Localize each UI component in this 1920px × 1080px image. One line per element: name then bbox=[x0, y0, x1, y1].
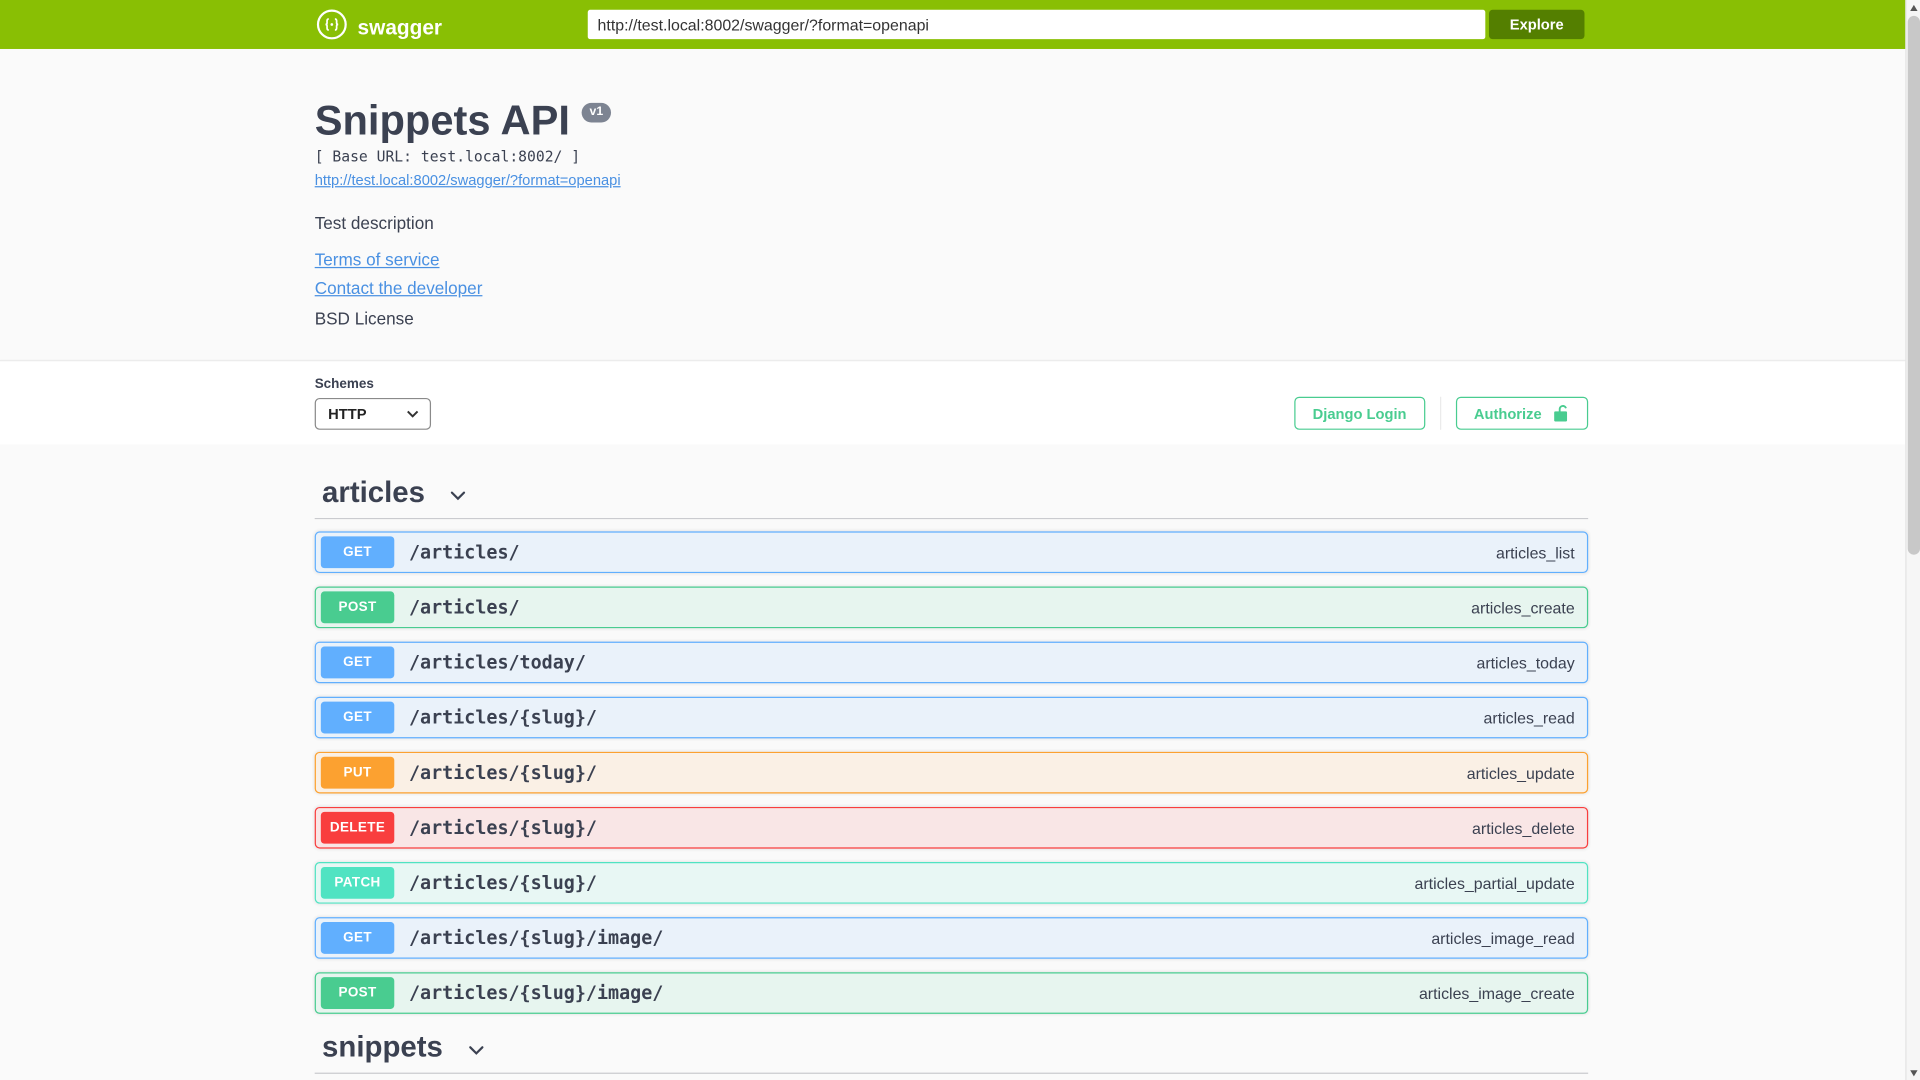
schemes-label: Schemes bbox=[314, 377, 374, 392]
operations-group: GET /snippets/ snippets_list bbox=[315, 1074, 1588, 1080]
operation-id: articles_create bbox=[1471, 598, 1575, 617]
method-badge: DELETE bbox=[320, 811, 395, 844]
operation-path: /articles/{slug}/ bbox=[408, 761, 597, 784]
operation-path: /articles/today/ bbox=[408, 651, 586, 674]
section-title: articles bbox=[322, 476, 425, 510]
operation-path: /articles/{slug}/ bbox=[408, 871, 597, 894]
swagger-logo-icon bbox=[316, 9, 348, 47]
swagger-logo[interactable]: swagger bbox=[316, 9, 442, 47]
operations-area: articles GET /articles/ articles_list PO… bbox=[0, 444, 1920, 1080]
operation-articles_delete[interactable]: DELETE /articles/{slug}/ articles_delete bbox=[314, 806, 1589, 849]
operation-articles_update[interactable]: PUT /articles/{slug}/ articles_update bbox=[314, 751, 1589, 794]
operation-path: /articles/{slug}/ bbox=[408, 816, 597, 839]
operation-id: articles_update bbox=[1466, 763, 1575, 782]
operation-id: articles_list bbox=[1495, 543, 1575, 562]
operation-articles_create[interactable]: POST /articles/ articles_create bbox=[314, 586, 1589, 629]
method-badge: GET bbox=[320, 536, 395, 569]
scheme-selected-value: HTTP bbox=[328, 405, 367, 423]
operation-path: /articles/ bbox=[408, 541, 520, 564]
operation-id: articles_image_read bbox=[1431, 928, 1575, 948]
spec-link[interactable]: http://test.local:8002/swagger/?format=o… bbox=[315, 171, 621, 188]
contact-developer-link[interactable]: Contact the developer bbox=[315, 278, 483, 298]
method-badge: POST bbox=[320, 591, 395, 624]
operation-articles_today[interactable]: GET /articles/today/ articles_today bbox=[314, 641, 1589, 684]
spec-url-input[interactable] bbox=[587, 9, 1486, 40]
version-badge: v1 bbox=[582, 102, 611, 123]
section-header-articles[interactable]: articles bbox=[314, 476, 1589, 520]
method-badge: POST bbox=[320, 977, 395, 1009]
auth-wrapper: Django Login Authorize bbox=[1294, 396, 1589, 430]
method-badge: GET bbox=[320, 922, 395, 954]
operation-id: articles_partial_update bbox=[1414, 873, 1575, 893]
api-title-text: Snippets API bbox=[314, 97, 570, 145]
explore-button[interactable]: Explore bbox=[1488, 9, 1585, 40]
chevron-down-icon bbox=[407, 410, 419, 418]
operation-id: articles_read bbox=[1483, 708, 1575, 727]
operation-path: /articles/{slug}/image/ bbox=[408, 982, 664, 1005]
api-title: Snippets API v1 bbox=[315, 100, 1588, 142]
brand-title: swagger bbox=[357, 15, 443, 39]
topbar: swagger Explore bbox=[0, 0, 1920, 49]
scrollbar-up-arrow[interactable] bbox=[1907, 0, 1920, 15]
operation-id: articles_image_create bbox=[1418, 983, 1575, 1003]
operation-id: articles_delete bbox=[1472, 818, 1575, 837]
scheme-select[interactable]: HTTP bbox=[314, 397, 432, 430]
unlock-icon bbox=[1554, 405, 1568, 422]
operation-articles_image_read[interactable]: GET /articles/{slug}/image/ articles_ima… bbox=[314, 917, 1589, 959]
chevron-down-icon[interactable] bbox=[465, 1040, 487, 1062]
authorize-label: Authorize bbox=[1473, 404, 1542, 422]
operation-articles_list[interactable]: GET /articles/ articles_list bbox=[314, 531, 1589, 574]
scheme-container: Schemes HTTP Django Login Authorize bbox=[0, 360, 1920, 445]
vertical-scrollbar[interactable] bbox=[1905, 0, 1920, 1080]
operations-list: articles GET /articles/ articles_list PO… bbox=[314, 476, 1589, 1080]
operation-path: /articles/ bbox=[408, 596, 520, 619]
license-text: BSD License bbox=[314, 308, 414, 329]
scrollbar-down-arrow[interactable] bbox=[1907, 1065, 1920, 1080]
operation-articles_image_create[interactable]: POST /articles/{slug}/image/ articles_im… bbox=[314, 972, 1589, 1014]
section-title: snippets bbox=[322, 1031, 443, 1065]
method-badge: PATCH bbox=[320, 866, 395, 899]
info-section: Snippets API v1 [ Base URL: test.local:8… bbox=[0, 48, 1920, 361]
operation-path: /articles/{slug}/image/ bbox=[408, 926, 664, 949]
operation-path: /articles/{slug}/ bbox=[408, 706, 597, 729]
operation-id: articles_today bbox=[1476, 653, 1575, 672]
operation-articles_read[interactable]: GET /articles/{slug}/ articles_read bbox=[314, 696, 1589, 739]
api-section: snippets GET /snippets/ snippets_list bbox=[314, 1031, 1589, 1080]
api-section: articles GET /articles/ articles_list PO… bbox=[314, 476, 1589, 1014]
browser-viewport: swagger Explore Snippets API v1 [ Base U… bbox=[0, 0, 1920, 1080]
schemes-block: Schemes HTTP bbox=[314, 377, 432, 430]
terms-of-service-link[interactable]: Terms of service bbox=[315, 250, 440, 270]
method-badge: GET bbox=[320, 646, 395, 679]
operations-group: GET /articles/ articles_list POST /artic… bbox=[314, 519, 1589, 1014]
section-header-snippets[interactable]: snippets bbox=[314, 1031, 1589, 1074]
method-badge: GET bbox=[320, 701, 395, 734]
method-badge: PUT bbox=[320, 756, 395, 789]
chevron-down-icon[interactable] bbox=[447, 485, 469, 507]
base-url: [ Base URL: test.local:8002/ ] bbox=[314, 148, 581, 166]
divider bbox=[1439, 396, 1441, 430]
api-description: Test description bbox=[314, 213, 434, 233]
authorize-button[interactable]: Authorize bbox=[1455, 396, 1589, 430]
scrollbar-thumb[interactable] bbox=[1907, 15, 1920, 555]
django-login-button[interactable]: Django Login bbox=[1294, 396, 1425, 430]
operation-articles_partial_update[interactable]: PATCH /articles/{slug}/ articles_partial… bbox=[314, 862, 1589, 904]
django-login-label: Django Login bbox=[1312, 404, 1407, 422]
